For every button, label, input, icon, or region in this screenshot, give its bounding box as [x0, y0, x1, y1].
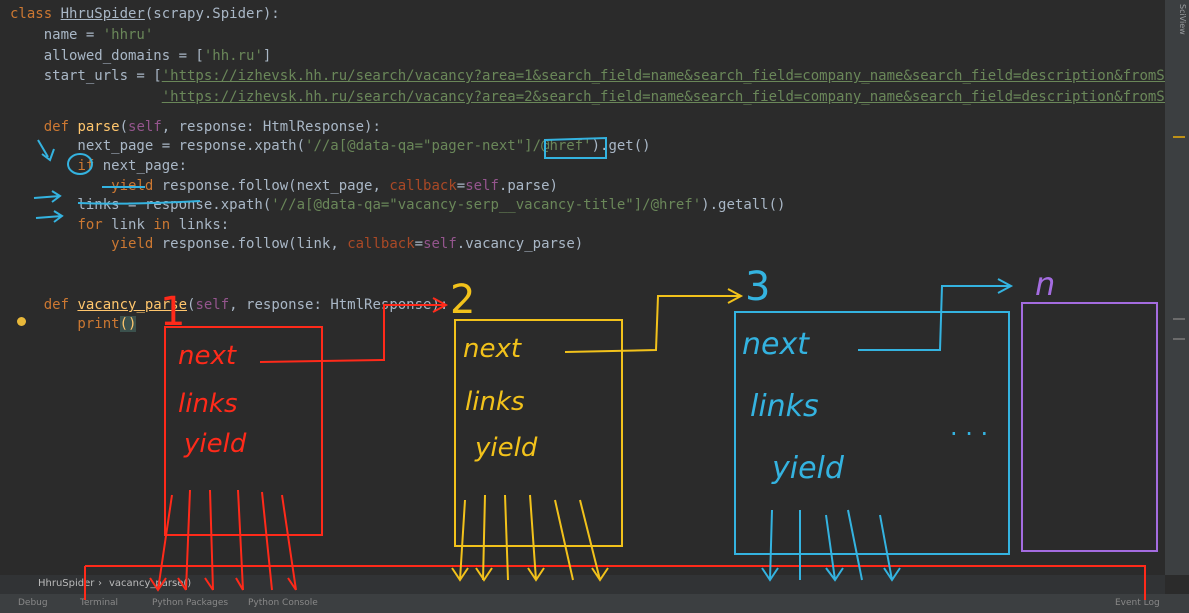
sciview-label[interactable]: SciView: [1178, 4, 1187, 35]
code-line-next-page: next_page = response.xpath('//a[@data-qa…: [10, 138, 651, 154]
code-line-allowed-domains: allowed_domains = ['hh.ru']: [10, 48, 272, 64]
event-log-tab[interactable]: Event Log: [1115, 598, 1160, 608]
code-line-def-vacancy-parse: def vacancy_parse(self, response: HtmlRe…: [10, 297, 449, 313]
code-line-links: links = response.xpath('//a[@data-qa="va…: [10, 197, 786, 213]
code-line-start-urls-2: 'https://izhevsk.hh.ru/search/vacancy?ar…: [161, 89, 1165, 105]
python-packages-tab[interactable]: Python Packages: [152, 598, 228, 608]
terminal-tab[interactable]: Terminal: [80, 598, 118, 608]
warning-marker[interactable]: [1173, 136, 1185, 138]
code-line-for: for link in links:: [77, 217, 230, 233]
breadcrumb-separator: ›: [98, 578, 102, 589]
code-line-start-urls: start_urls = ['https://izhevsk.hh.ru/sea…: [10, 68, 1165, 84]
breadcrumb: HhruSpider › vacancy_parse(): [0, 575, 1165, 594]
code-line-if: if next_page:: [77, 158, 188, 174]
code-line-class: class HhruSpider(scrapy.Spider):: [10, 6, 280, 22]
code-editor[interactable]: class HhruSpider(scrapy.Spider): name = …: [0, 0, 1165, 575]
code-line-def-parse: def parse(self, response: HtmlResponse):: [10, 119, 381, 135]
code-line-yield-link: yield response.follow(link, callback=sel…: [111, 236, 584, 252]
warning-marker[interactable]: [1173, 338, 1185, 340]
lightbulb-icon[interactable]: [17, 317, 26, 326]
code-line-print: print(): [10, 316, 137, 332]
warning-marker[interactable]: [1173, 318, 1185, 320]
code-line-yield-next: yield response.follow(next_page, callbac…: [111, 178, 558, 194]
debug-tab[interactable]: Debug: [18, 598, 48, 608]
python-console-tab[interactable]: Python Console: [248, 598, 318, 608]
breadcrumb-class[interactable]: HhruSpider: [38, 578, 94, 589]
scrollbar-strip[interactable]: SciView: [1165, 0, 1189, 575]
tool-window-bar: Debug Terminal Python Packages Python Co…: [0, 594, 1189, 613]
breadcrumb-method[interactable]: vacancy_parse(): [109, 578, 191, 589]
code-line-name: name = 'hhru': [10, 27, 154, 43]
